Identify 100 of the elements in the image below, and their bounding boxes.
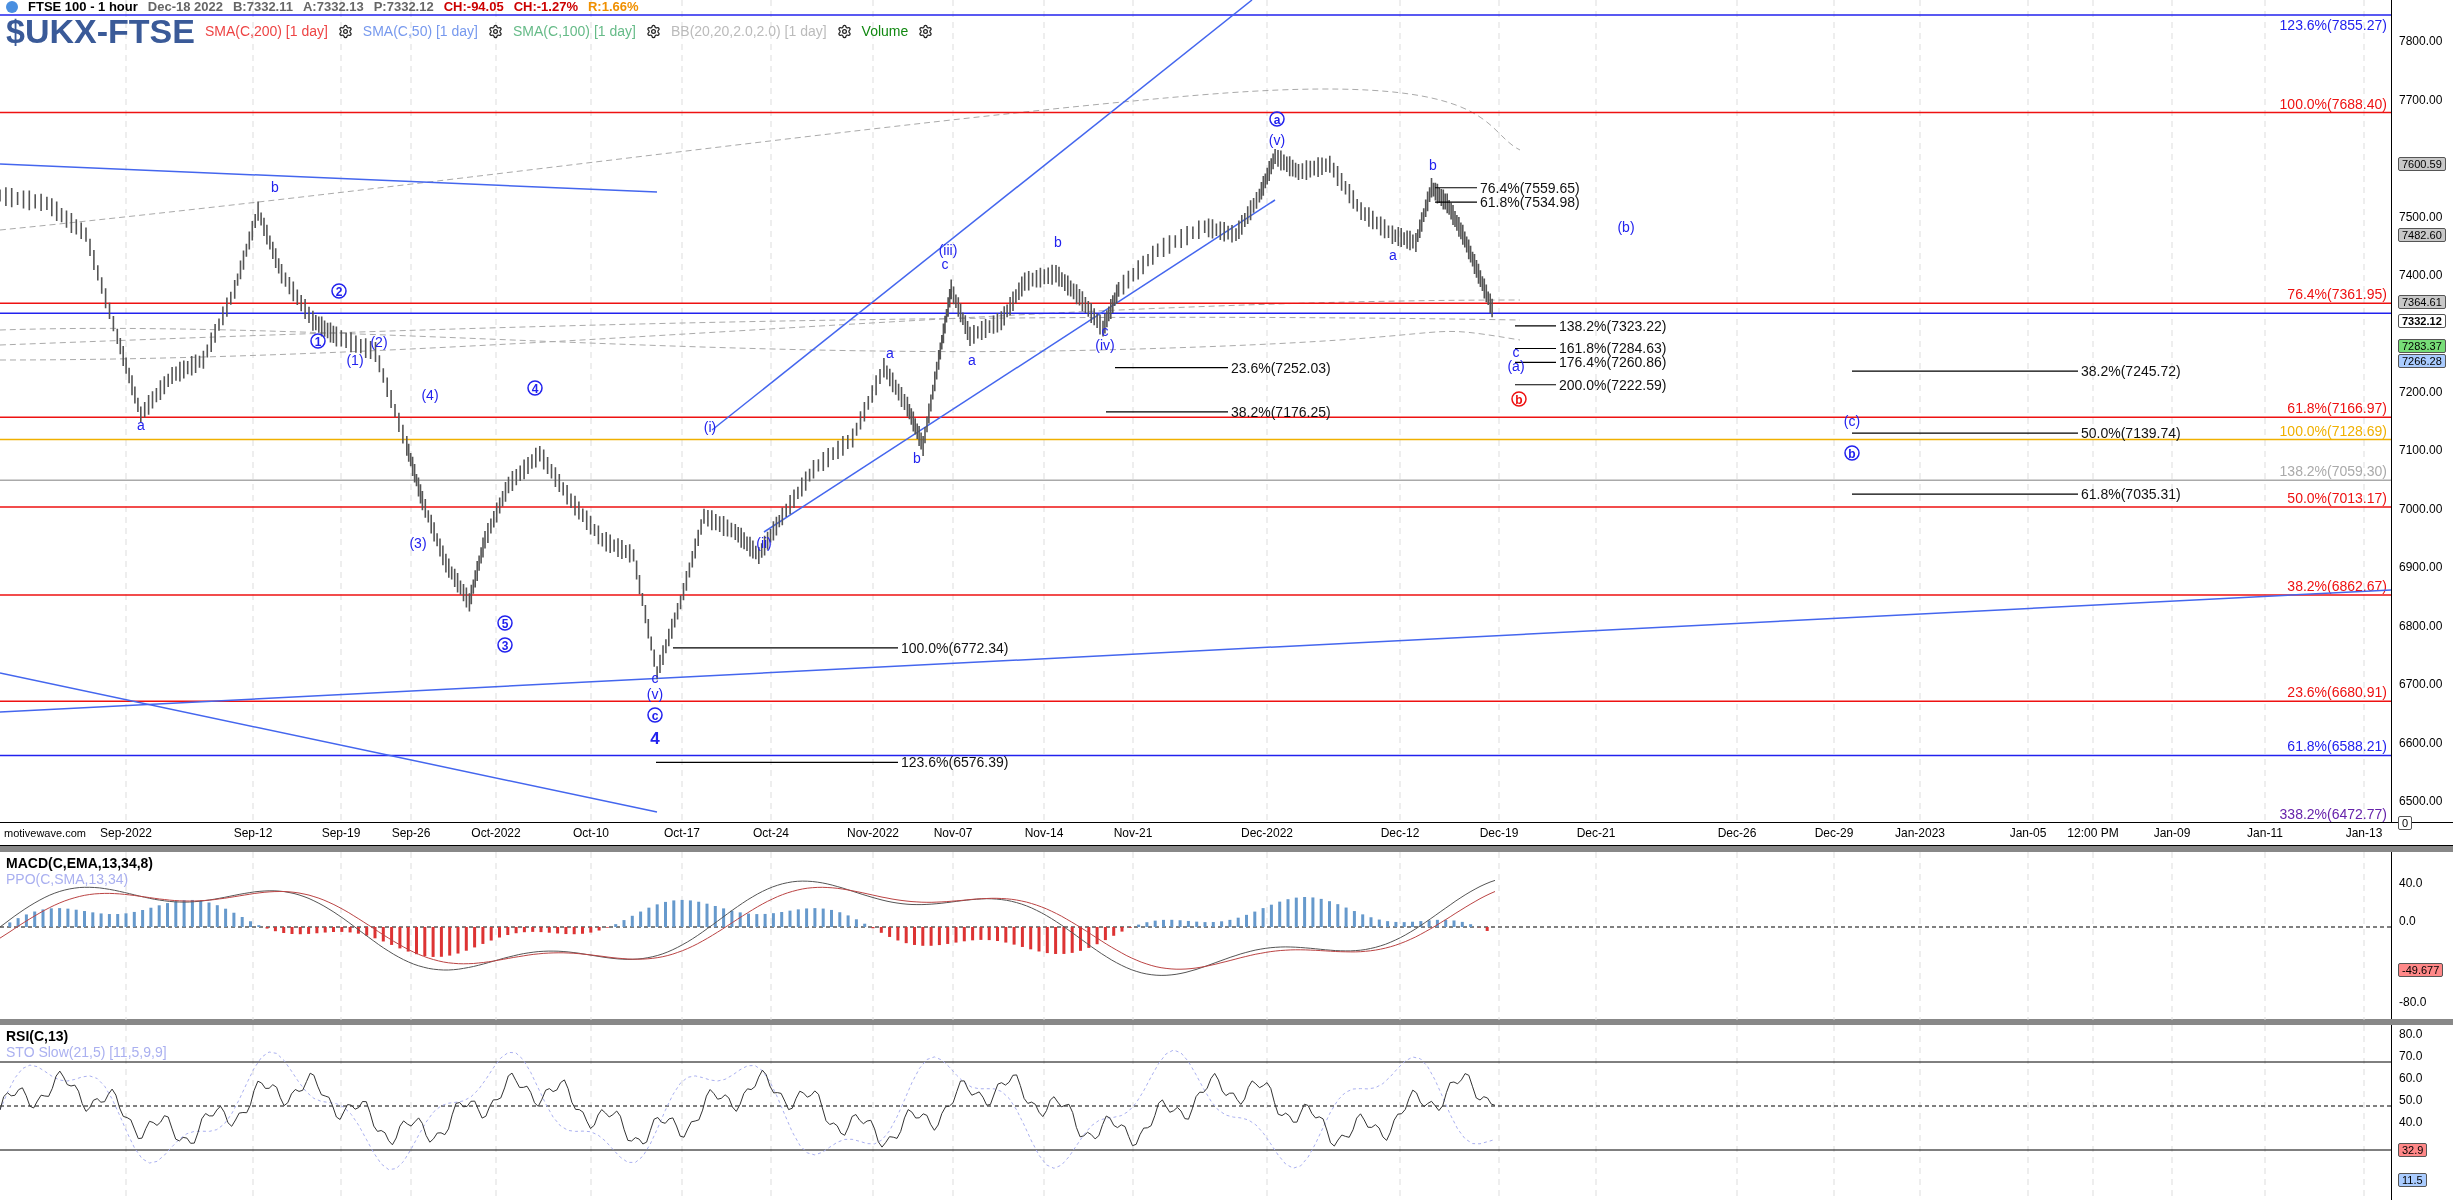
wave-label: c bbox=[1512, 344, 1520, 360]
date-tick-label: Nov-2022 bbox=[847, 825, 899, 840]
projection-label: 138.2%(7323.22) bbox=[1559, 317, 1667, 334]
projection-label: 61.8%(7035.31) bbox=[2081, 486, 2181, 503]
fibonacci-label: 100.0%(7688.40) bbox=[2279, 95, 2387, 112]
fibonacci-label: 138.2%(7059.30) bbox=[2279, 463, 2387, 480]
wave-label: a bbox=[1389, 247, 1397, 263]
projection-label: 161.8%(7284.63) bbox=[1559, 340, 1667, 357]
price-tick-label: 6700.00 bbox=[2399, 677, 2443, 692]
wave-label: (v) bbox=[1268, 132, 1286, 148]
date-tick-label: Nov-07 bbox=[933, 825, 973, 840]
indicator-tick-label: -80.0 bbox=[2399, 994, 2427, 1009]
projection-line bbox=[1514, 325, 1557, 327]
date-tick-label: Oct-24 bbox=[753, 825, 789, 840]
change-text: CH:-94.05 bbox=[443, 0, 504, 13]
projection-label: 123.6%(6576.39) bbox=[901, 754, 1009, 771]
date-tick-label: Nov-14 bbox=[1024, 825, 1064, 840]
price-tick-label: 6800.00 bbox=[2399, 618, 2443, 633]
fibonacci-label: 61.8%(7166.97) bbox=[2287, 400, 2387, 417]
indicator-title: MACD(C,EMA,13,34,8) bbox=[6, 854, 154, 871]
wave-label: (v) bbox=[646, 686, 664, 702]
indicator-label: Volume bbox=[861, 23, 909, 39]
date-tick-label: Nov-21 bbox=[1113, 825, 1153, 840]
indicator-tick-label: 40.0 bbox=[2399, 875, 2423, 890]
circled-wave-label: 5 bbox=[497, 615, 513, 631]
indicator-tick-label: 80.0 bbox=[2399, 1027, 2423, 1042]
price-tick-label: 7400.00 bbox=[2399, 268, 2443, 283]
gear-icon[interactable] bbox=[918, 23, 934, 39]
price-tag: 7600.59 bbox=[2398, 156, 2446, 171]
price-tag: 7482.60 bbox=[2398, 227, 2446, 242]
wave-label: 4 bbox=[650, 729, 660, 748]
indicator-tick-label: 0.0 bbox=[2399, 913, 2416, 928]
wave-label: a bbox=[968, 352, 976, 368]
indicator-subtitle: STO Slow(21,5) [11,5,9,9] bbox=[6, 1044, 167, 1061]
projection-line bbox=[1514, 347, 1557, 350]
fibonacci-label: 38.2%(6862.67) bbox=[2287, 578, 2387, 595]
fibonacci-label: 338.2%(6472.77) bbox=[2279, 805, 2387, 822]
circled-wave-label: c bbox=[647, 707, 663, 723]
fibonacci-label: 50.0%(7013.17) bbox=[2287, 490, 2387, 507]
gear-icon[interactable] bbox=[488, 23, 503, 39]
gear-icon[interactable] bbox=[836, 23, 852, 39]
projection-line bbox=[1514, 384, 1557, 386]
indicator-title: RSI(C,13) bbox=[6, 1028, 70, 1045]
wave-label: b bbox=[1429, 157, 1437, 173]
change-percent-text: CH:-1.27% bbox=[513, 0, 578, 13]
wave-label: a bbox=[137, 417, 145, 433]
circled-wave-label: b bbox=[1844, 445, 1860, 461]
projection-label: 200.0%(7222.59) bbox=[1559, 376, 1667, 393]
date-tick-label: Jan-13 bbox=[2345, 825, 2383, 840]
wave-label: (iv) bbox=[1095, 337, 1115, 353]
price-tag: 0 bbox=[2398, 815, 2413, 830]
date-tick-label: Sep-19 bbox=[321, 825, 361, 840]
date-text: Dec-18 2022 bbox=[147, 0, 223, 13]
price-tick-label: 7800.00 bbox=[2399, 34, 2443, 49]
indicator-tick-label: 60.0 bbox=[2399, 1071, 2423, 1086]
symbol-label: $UKX-FTSE bbox=[6, 13, 195, 49]
projection-line bbox=[1514, 361, 1557, 363]
projection-line bbox=[1434, 201, 1478, 203]
price-tick-label: 7700.00 bbox=[2399, 92, 2443, 107]
price-tick-label: 6600.00 bbox=[2399, 735, 2443, 750]
chart-title: FTSE 100 - 1 hour bbox=[28, 0, 138, 13]
gear-icon[interactable] bbox=[337, 23, 353, 39]
wave-label: (4) bbox=[421, 387, 439, 403]
wave-label: b bbox=[913, 450, 921, 466]
date-tick-label: Oct-17 bbox=[664, 825, 700, 840]
circled-wave-label: 3 bbox=[497, 637, 513, 653]
date-tick-label: Oct-2022 bbox=[471, 825, 521, 840]
range-text: R:1.66% bbox=[587, 0, 639, 13]
date-tick-label: Dec-2022 bbox=[1241, 825, 1293, 840]
date-tick-label: Jan-09 bbox=[2153, 825, 2191, 840]
wave-label: (a) bbox=[1507, 358, 1525, 374]
fibonacci-label: 100.0%(7128.69) bbox=[2279, 422, 2387, 439]
price-tick-label: 7100.00 bbox=[2399, 443, 2443, 458]
fibonacci-label: 76.4%(7361.95) bbox=[2287, 286, 2387, 303]
symbol-dot-icon bbox=[6, 0, 18, 13]
gear-icon[interactable] bbox=[645, 23, 661, 39]
projection-label: 38.2%(7176.25) bbox=[1231, 403, 1331, 420]
projection-label: 50.0%(7139.74) bbox=[2081, 425, 2181, 442]
wave-label: b bbox=[1054, 234, 1062, 250]
price-tick-label: 7200.00 bbox=[2399, 384, 2443, 399]
indicator-tick-label: 50.0 bbox=[2399, 1093, 2423, 1108]
projection-label: 100.0%(6772.34) bbox=[901, 639, 1009, 656]
indicator-label: BB(20,20,2.0,2.0) [1 day] bbox=[670, 23, 827, 39]
ask-text: A:7332.13 bbox=[303, 0, 364, 13]
indicator-subtitle: PPO(C,SMA,13,34) bbox=[6, 870, 129, 887]
price-tag: 7266.28 bbox=[2398, 354, 2446, 368]
indicator-label: SMA(C,100) [1 day] bbox=[513, 23, 636, 39]
indicator-label: SMA(C,50) [1 day] bbox=[362, 23, 478, 39]
price-tag: 7283.37 bbox=[2398, 339, 2446, 353]
indicator-value-tag: 32.9 bbox=[2398, 1143, 2428, 1158]
price-tick-label: 7000.00 bbox=[2399, 501, 2443, 516]
circled-wave-label: b bbox=[1511, 391, 1527, 407]
date-tick-label: Oct-10 bbox=[573, 825, 609, 840]
wave-label: (b) bbox=[1617, 219, 1635, 235]
price-text: P:7332.12 bbox=[373, 0, 434, 13]
fibonacci-label: 61.8%(6588.21) bbox=[2287, 738, 2387, 755]
date-tick-label: Dec-19 bbox=[1479, 825, 1519, 840]
projection-label: 76.4%(7559.65) bbox=[1480, 179, 1580, 196]
date-tick-label: Dec-12 bbox=[1380, 825, 1420, 840]
projection-label: 38.2%(7245.72) bbox=[2081, 363, 2181, 380]
